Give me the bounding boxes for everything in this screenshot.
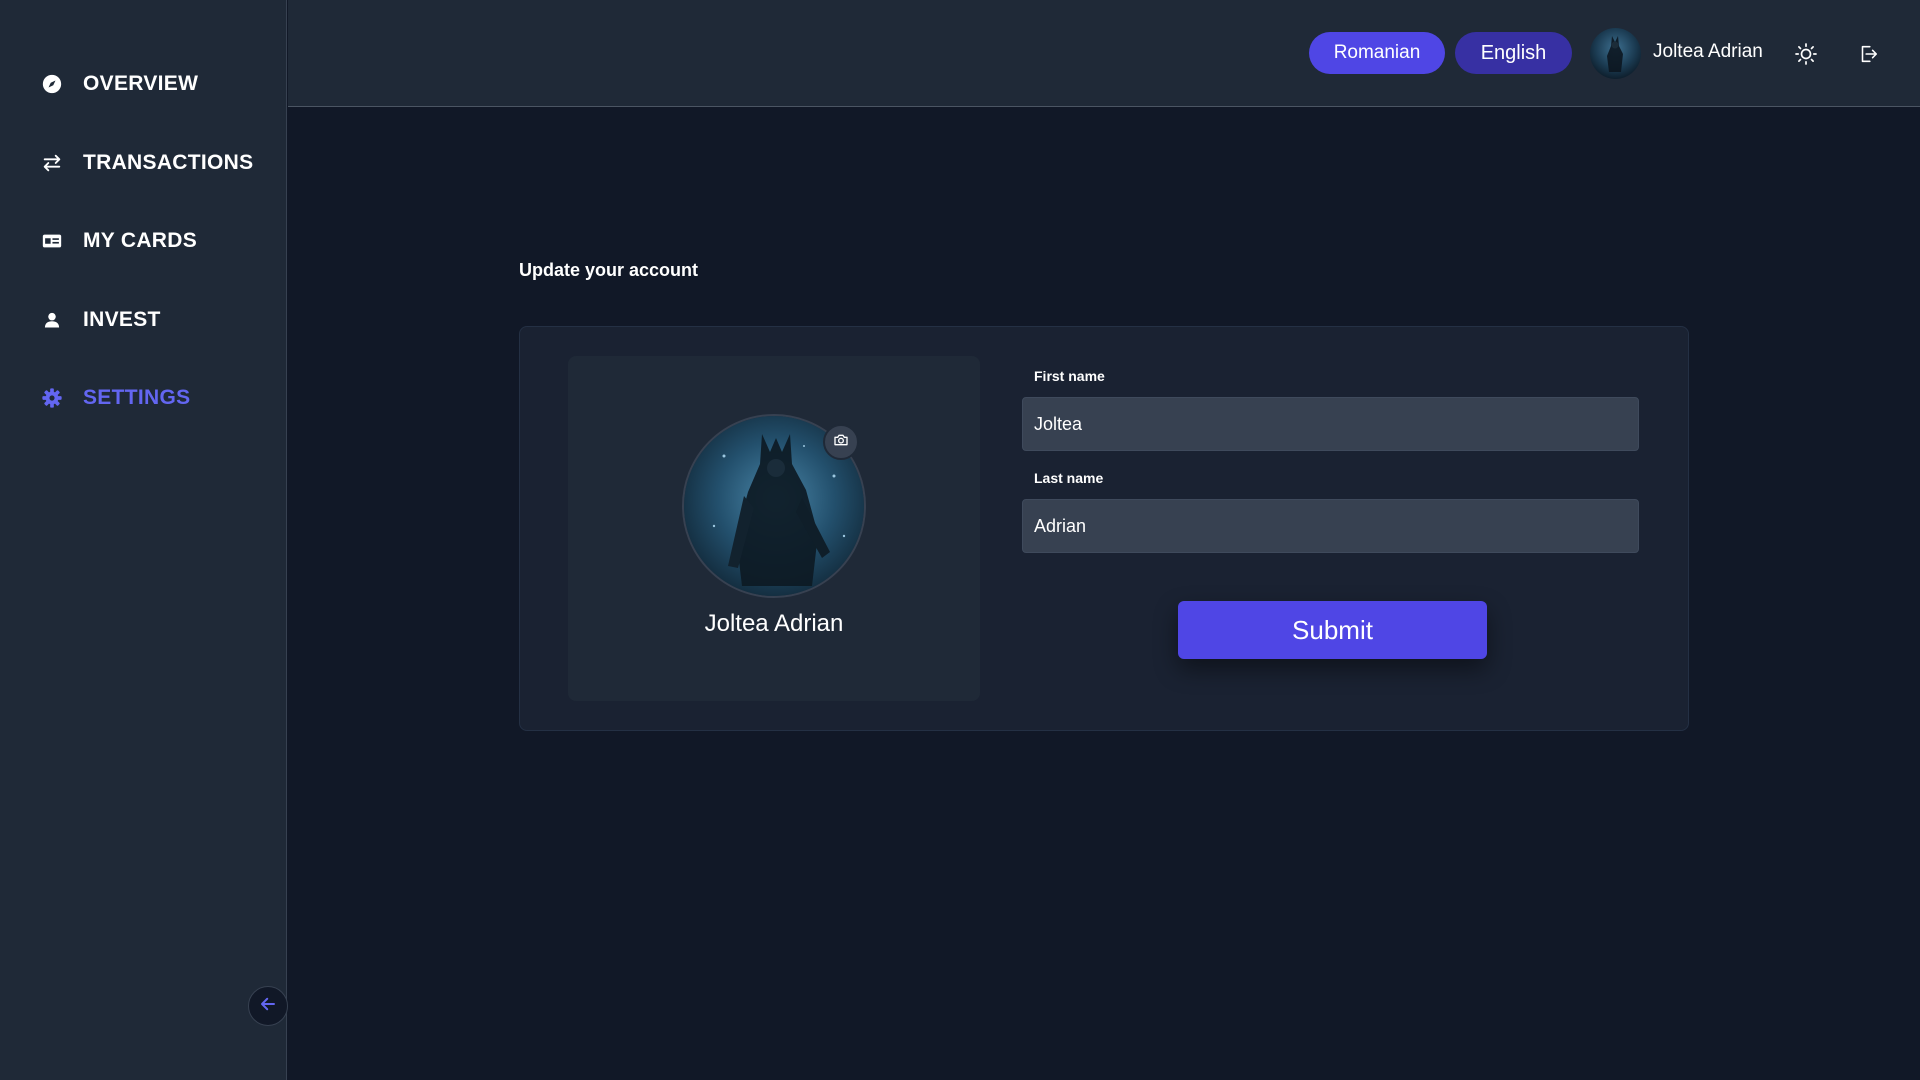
profile-name: Joltea Adrian (704, 610, 844, 637)
first-name-input[interactable] (1022, 397, 1639, 451)
sidebar-item-label: SETTINGS (83, 386, 191, 409)
arrow-left-icon (259, 995, 277, 1018)
first-name-label: First name (1034, 368, 1105, 384)
last-name-input[interactable] (1022, 499, 1639, 553)
sidebar-item-label: MY CARDS (83, 229, 198, 252)
sidebar: OVERVIEW TRANSACTIONS MY CARDS INVEST SE… (0, 0, 288, 1080)
account-form-card: Joltea Adrian First name Last name Submi… (519, 326, 1689, 731)
logout-icon[interactable] (1855, 41, 1881, 67)
sidebar-item-my-cards[interactable]: MY CARDS (40, 221, 197, 261)
header-user-name[interactable]: Joltea Adrian (1653, 41, 1763, 63)
sidebar-item-label: OVERVIEW (83, 72, 199, 95)
arrows-swap-icon (40, 151, 64, 175)
profile-panel: Joltea Adrian (568, 356, 980, 701)
change-photo-button[interactable] (823, 424, 859, 460)
page-title: Update your account (519, 260, 699, 280)
user-icon (40, 308, 64, 332)
last-name-label: Last name (1034, 470, 1104, 486)
top-header: Romanian English Joltea Adrian (288, 0, 1920, 107)
avatar[interactable] (1590, 28, 1641, 79)
compass-icon (40, 72, 64, 96)
sidebar-item-invest[interactable]: INVEST (40, 300, 161, 340)
sidebar-item-label: TRANSACTIONS (83, 151, 254, 174)
sidebar-item-transactions[interactable]: TRANSACTIONS (40, 143, 253, 183)
collapse-sidebar-button[interactable] (248, 986, 288, 1026)
language-romanian-button[interactable]: Romanian (1309, 32, 1445, 74)
language-english-button[interactable]: English (1455, 32, 1572, 74)
gear-icon (40, 386, 64, 410)
sidebar-item-label: INVEST (83, 308, 161, 331)
card-icon (40, 229, 64, 253)
sun-icon[interactable] (1793, 41, 1819, 67)
sidebar-item-settings[interactable]: SETTINGS (40, 378, 190, 418)
camera-icon (833, 432, 849, 453)
submit-button[interactable]: Submit (1178, 601, 1487, 659)
sidebar-item-overview[interactable]: OVERVIEW (40, 64, 198, 104)
